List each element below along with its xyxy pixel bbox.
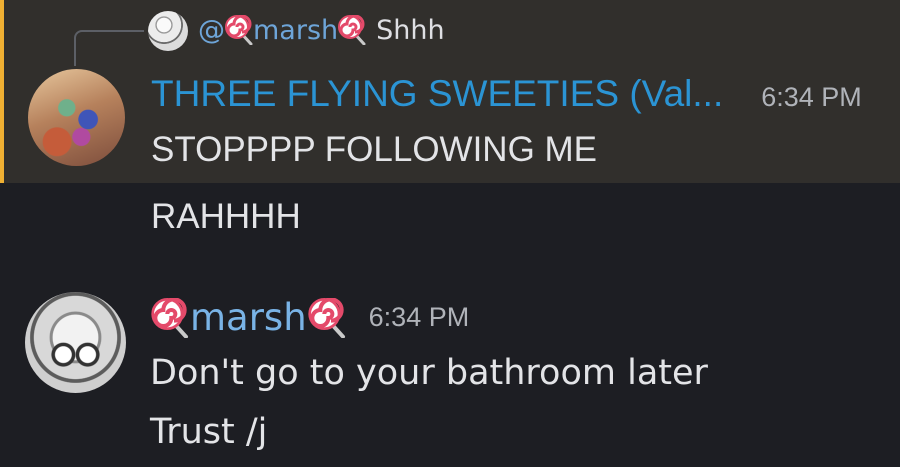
timestamp: 6:34 PM [368, 302, 470, 332]
message-text: RAHHHH [151, 197, 301, 236]
message-text: Don't go to your bathroom later [150, 353, 708, 393]
lollipop-icon [225, 15, 253, 45]
lollipop-icon [151, 297, 188, 338]
author-name[interactable]: marsh [150, 296, 347, 339]
lollipop-icon [338, 15, 366, 45]
message-text: STOPPPP FOLLOWING ME [151, 130, 598, 169]
reply-text: Shhh [376, 14, 445, 46]
message-header: marsh 6:34 PM [150, 296, 469, 339]
author-name[interactable]: THREE FLYING SWEETIES (Val... [151, 73, 723, 115]
avatar[interactable] [28, 69, 125, 166]
reply-preview[interactable]: @ marsh Shhh [198, 10, 445, 50]
message-header: THREE FLYING SWEETIES (Val... 6:34 PM [151, 73, 862, 115]
reply-mention[interactable]: @ marsh [198, 15, 366, 46]
reply-mention-name: marsh [253, 14, 339, 46]
avatar[interactable] [25, 292, 126, 393]
reply-avatar[interactable] [148, 11, 188, 51]
lollipop-icon [307, 297, 345, 338]
message-text: Trust /j [150, 412, 268, 452]
mention-at-sign: @ [198, 14, 225, 46]
author-name-text: marsh [190, 296, 307, 339]
reply-connector [74, 30, 144, 66]
timestamp: 6:34 PM [761, 82, 862, 112]
